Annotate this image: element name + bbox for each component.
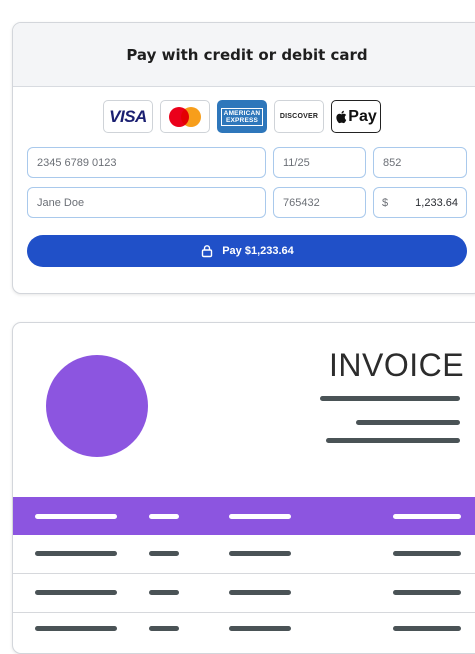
table-row-bar [35, 551, 117, 556]
postal-code-field[interactable]: 765432 [273, 187, 366, 218]
expiry-value: 11/25 [283, 156, 310, 169]
table-header-bar [149, 514, 179, 519]
discover-logo-text: DISCOVER [279, 113, 319, 120]
payment-card: Pay with credit or debit card VISA AMERI… [12, 22, 475, 294]
amex-line1: AMERICAN [223, 109, 261, 117]
table-row-bar [393, 590, 461, 595]
pay-button-label: Pay $1,233.64 [222, 245, 294, 257]
table-row-bar [149, 551, 179, 556]
expiry-field[interactable]: 11/25 [273, 147, 366, 178]
amount-value: 1,233.64 [415, 196, 458, 209]
table-header-bar [229, 514, 291, 519]
table-row-bar [393, 626, 461, 631]
invoice-logo-circle [46, 355, 148, 457]
invoice-table-header [13, 497, 475, 535]
amex-line2: EXPRESS [225, 116, 259, 124]
apple-icon [336, 110, 347, 123]
visa-logo: VISA [103, 100, 153, 133]
card-number-value: 2345 6789 0123 [37, 156, 117, 169]
invoice-illustration: INVOICE [12, 322, 475, 654]
table-row-bar [229, 590, 291, 595]
invoice-title: INVOICE [329, 347, 465, 383]
cvc-field[interactable]: 852 [373, 147, 467, 178]
invoice-header-line [326, 438, 460, 443]
amount-field[interactable]: $ 1,233.64 [373, 187, 467, 218]
postal-code-value: 765432 [283, 196, 320, 209]
table-row-divider [13, 573, 475, 574]
table-header-bar [35, 514, 117, 519]
mastercard-icon [169, 106, 201, 127]
cvc-value: 852 [383, 156, 402, 169]
payment-header: Pay with credit or debit card [13, 23, 475, 87]
lock-icon [202, 245, 213, 258]
table-row-bar [229, 626, 291, 631]
table-row-bar [149, 590, 179, 595]
table-row-bar [149, 626, 179, 631]
table-row-bar [35, 626, 117, 631]
payment-title: Pay with credit or debit card [126, 45, 368, 64]
cardholder-name-value: Jane Doe [37, 196, 85, 209]
table-row-divider [13, 612, 475, 613]
apple-pay-text: Pay [348, 107, 377, 125]
table-header-bar [393, 514, 461, 519]
card-number-field[interactable]: 2345 6789 0123 [27, 147, 266, 178]
table-row-bar [229, 551, 291, 556]
mastercard-logo [160, 100, 210, 133]
currency-symbol: $ [382, 196, 389, 209]
pay-button[interactable]: Pay $1,233.64 [27, 235, 467, 267]
cardholder-name-field[interactable]: Jane Doe [27, 187, 266, 218]
visa-logo-text: VISA [109, 106, 147, 126]
invoice-header-line [320, 396, 460, 401]
table-row-bar [35, 590, 117, 595]
discover-logo: DISCOVER [274, 100, 324, 133]
table-row-bar [393, 551, 461, 556]
card-brand-logos: VISA AMERICAN EXPRESS DISCOVER Pay [103, 100, 381, 133]
apple-pay-logo: Pay [331, 100, 381, 133]
invoice-header-line [356, 420, 460, 425]
amex-logo: AMERICAN EXPRESS [217, 100, 267, 133]
amex-logo-box: AMERICAN EXPRESS [220, 107, 264, 126]
